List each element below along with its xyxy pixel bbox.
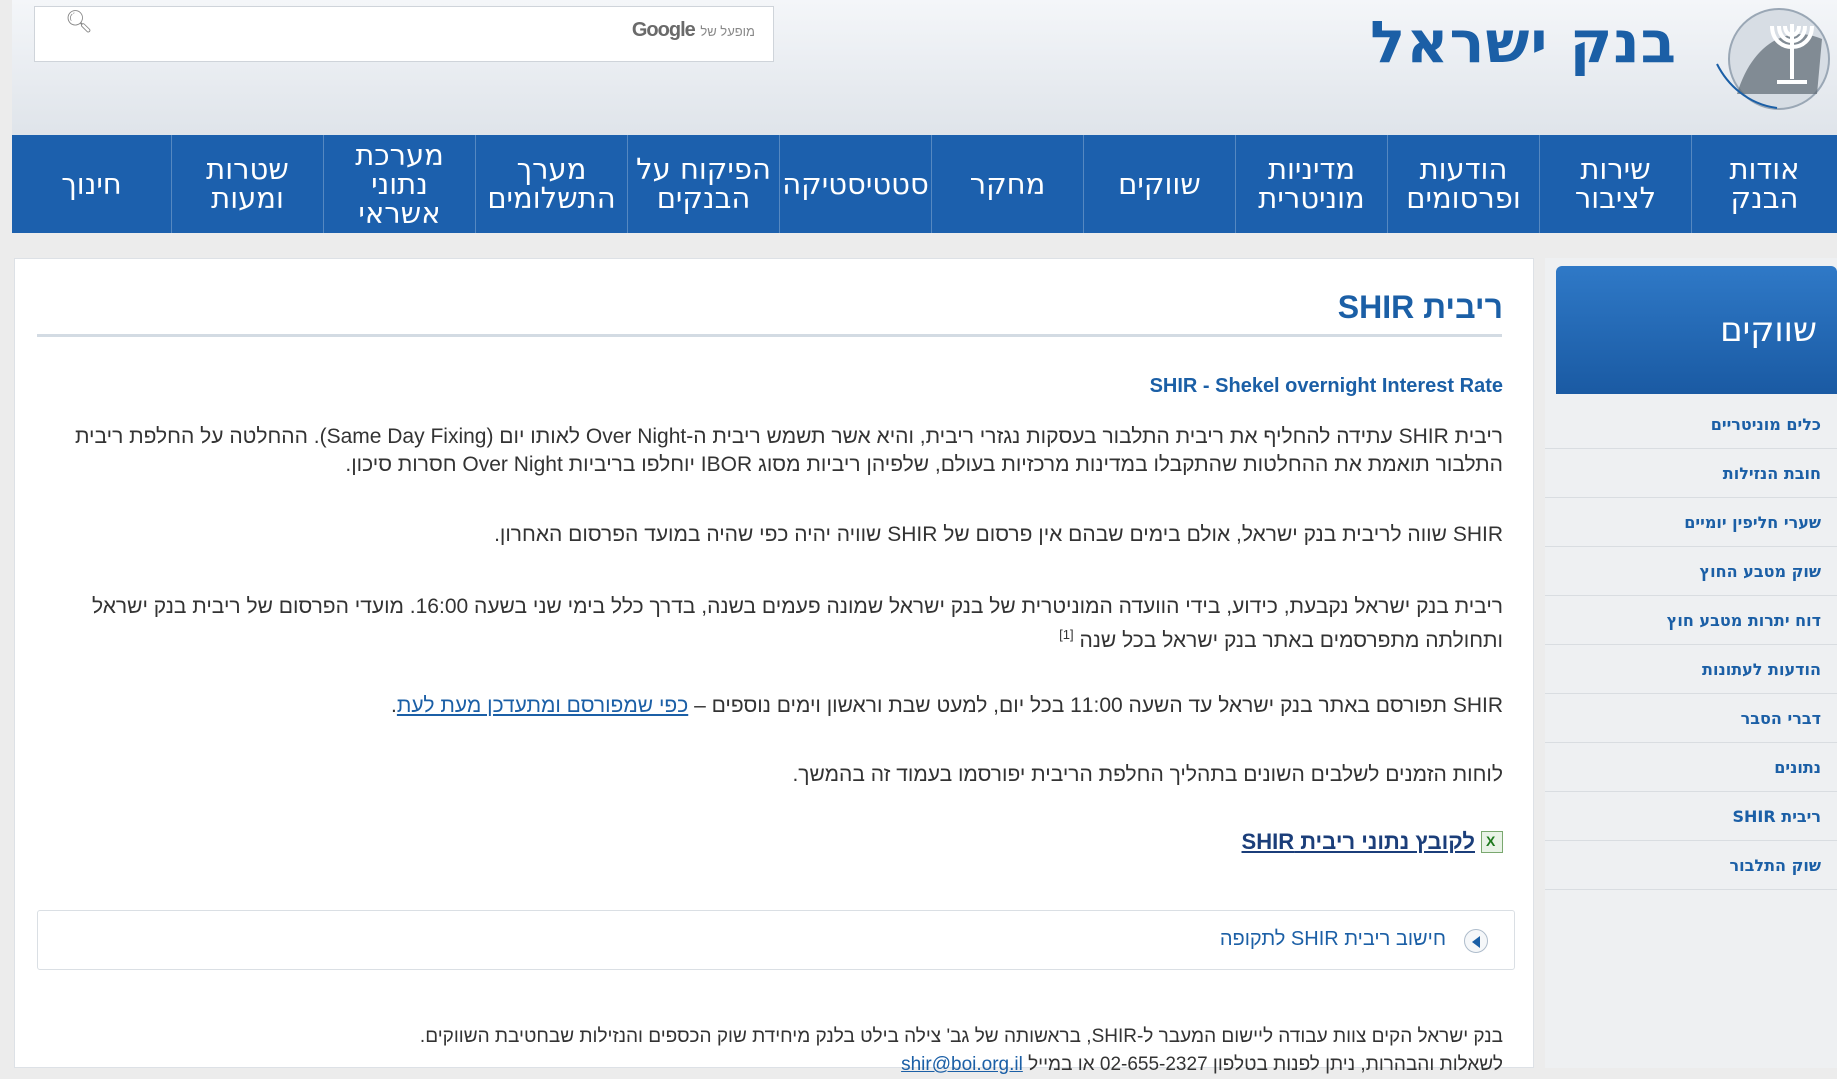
main-content: ריבית SHIR SHIR - Shekel overnight Inter… — [14, 258, 1534, 1075]
paragraph-working-team: בנק ישראל הקים צוות עבודה ליישום המעבר ל… — [419, 1026, 1503, 1047]
paragraph-boi-rate-text: ריבית בנק ישראל נקבעת, כידוע, בידי הוועד… — [92, 595, 1503, 652]
search-icon[interactable]: 🔍︎ — [65, 9, 93, 35]
sidebar-item-fx-market[interactable]: שוק מטבע החוץ — [1545, 547, 1837, 596]
paragraph-shir-value: SHIR שווה לריבית בנק ישראל, אולם בימים ש… — [494, 523, 1503, 546]
sidebar-menu: כלים מוניטריים חובת הנזילות שערי חליפין … — [1545, 400, 1837, 890]
sidebar-item-exchange-rates[interactable]: שערי חליפין יומיים — [1545, 498, 1837, 547]
sidebar-item-liquidity[interactable]: חובת הנזילות — [1545, 449, 1837, 498]
nav-statistics[interactable]: סטטיסטיקה — [779, 135, 931, 233]
sidebar: שווקים כלים מוניטריים חובת הנזילות שערי … — [1545, 258, 1837, 1068]
page-subtitle: SHIR - Shekel overnight Interest Rate — [1149, 375, 1503, 397]
sidebar-item-shir-rate[interactable]: ריבית SHIR — [1545, 792, 1837, 841]
excel-file-icon — [1481, 831, 1503, 853]
google-brand-suffix: מופעל של — [700, 24, 755, 39]
paragraph-boi-rate: ריבית בנק ישראל נקבעת, כידוע, בידי הוועד… — [63, 593, 1503, 655]
nav-publications[interactable]: הודעות ופרסומים — [1387, 135, 1539, 233]
sidebar-item-fx-reserves[interactable]: דוח יתרות מטבע חוץ — [1545, 596, 1837, 645]
paragraph-publication: SHIR תפורסם באתר בנק ישראל עד השעה 11:00… — [63, 692, 1503, 720]
publication-schedule-link[interactable]: כפי שמפורסם ומתעדכן מעת לעת — [397, 694, 688, 717]
paragraph-publication-text: SHIR תפורסם באתר בנק ישראל עד השעה 11:00… — [688, 694, 1503, 717]
sidebar-item-telbor[interactable]: שוק התלבור — [1545, 841, 1837, 890]
bank-logo-title[interactable]: בנק ישראל — [1370, 8, 1677, 76]
paragraph-timeline: לוחות הזמנים לשלבים השונים בתהליך החלפת … — [792, 763, 1503, 786]
sidebar-item-data[interactable]: נתונים — [1545, 743, 1837, 792]
nav-research[interactable]: מחקר — [931, 135, 1083, 233]
shir-data-file-link[interactable]: לקובץ נתוני ריבית SHIR — [1242, 829, 1503, 855]
menorah-emblem-icon[interactable] — [1697, 4, 1837, 114]
nav-banknotes-coins[interactable]: שטרות ומעות — [171, 135, 323, 233]
shir-period-calc-accordion[interactable]: חישוב ריבית SHIR לתקופה — [37, 910, 1515, 970]
shir-data-file-label: לקובץ נתוני ריבית SHIR — [1241, 829, 1475, 854]
main-navigation: אודות הבנק שירות לציבור הודעות ופרסומים … — [12, 135, 1837, 233]
paragraph-intro: ריבית SHIR עתידה להחליף את ריבית התלבור … — [74, 425, 1503, 476]
search-input[interactable]: 🔍︎ Google מופעל של — [34, 6, 774, 62]
footnote-ref[interactable]: [1] — [1059, 627, 1073, 642]
nav-about[interactable]: אודות הבנק — [1691, 135, 1837, 233]
title-divider — [37, 334, 1502, 337]
nav-bank-supervision[interactable]: הפיקוח על הבנקים — [627, 135, 779, 233]
google-brand: Google — [631, 19, 696, 41]
nav-public-service[interactable]: שירות לציבור — [1539, 135, 1691, 233]
nav-credit-data[interactable]: מערכת נתוני אשראי — [323, 135, 475, 233]
page-title: ריבית SHIR — [1337, 289, 1503, 325]
nav-monetary-policy[interactable]: מדיניות מוניטרית — [1235, 135, 1387, 233]
sidebar-item-explanations[interactable]: דברי הסבר — [1545, 694, 1837, 743]
google-branding: Google מופעל של — [632, 19, 759, 42]
sidebar-item-monetary-tools[interactable]: כלים מוניטריים — [1545, 400, 1837, 449]
nav-education[interactable]: חינוך — [12, 135, 171, 233]
contact-email-link[interactable]: shir@boi.org.il — [901, 1054, 1023, 1075]
sidebar-item-press-releases[interactable]: הודעות לעתונות — [1545, 645, 1837, 694]
expand-arrow-icon[interactable] — [1464, 929, 1488, 953]
nav-markets[interactable]: שווקים — [1083, 135, 1235, 233]
accordion-label[interactable]: חישוב ריבית SHIR לתקופה — [1220, 928, 1446, 951]
site-header: 🔍︎ Google מופעל של בנק ישראל — [12, 0, 1837, 135]
sidebar-heading[interactable]: שווקים — [1556, 266, 1837, 394]
nav-payment-systems[interactable]: מערך התשלומים — [475, 135, 627, 233]
paragraph-contact: לשאלות והבהרות, ניתן לפנות בטלפון 02-655… — [63, 1051, 1503, 1079]
paragraph-contact-text: לשאלות והבהרות, ניתן לפנות בטלפון 02-655… — [1022, 1054, 1503, 1075]
